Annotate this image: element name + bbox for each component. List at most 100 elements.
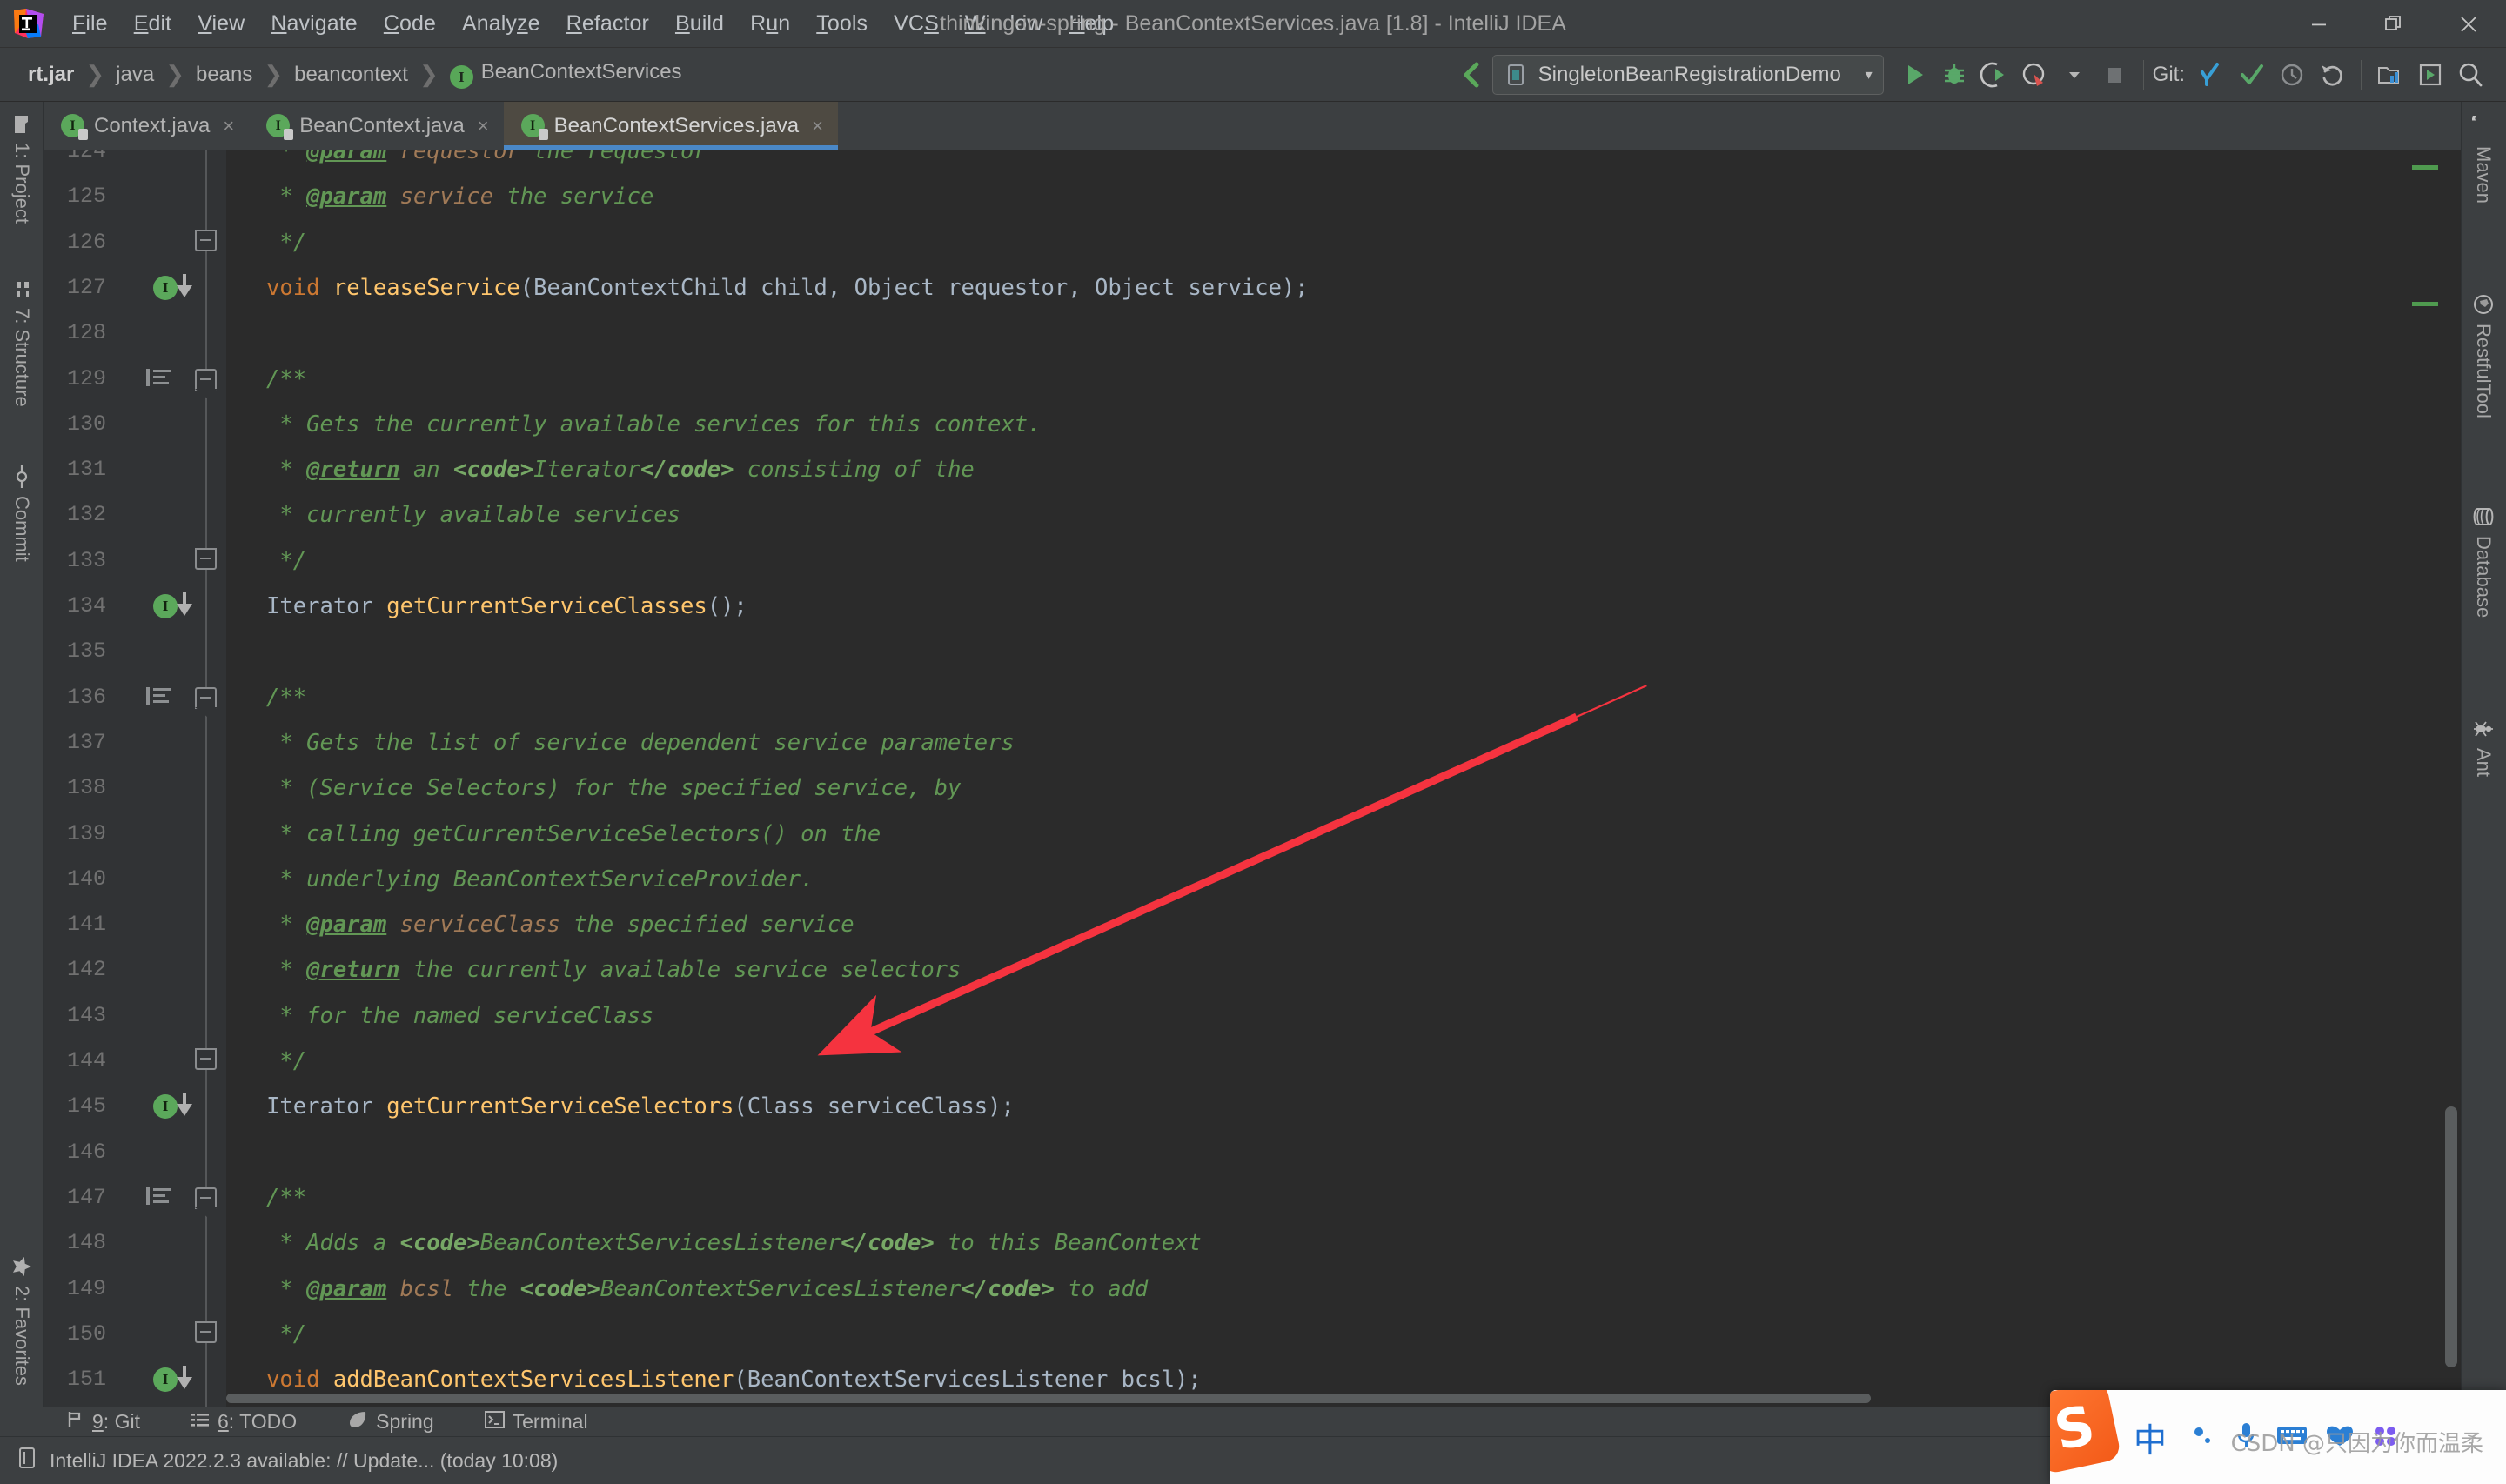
minimize-button[interactable] (2282, 0, 2356, 48)
sidebar-item-project[interactable]: 1: Project (0, 107, 44, 231)
sidebar-item-database[interactable]: Database (2461, 498, 2506, 625)
scrollbar-thumb[interactable] (2445, 1106, 2457, 1367)
implementing-method-icon[interactable]: I (153, 1367, 178, 1393)
code-line[interactable]: * Gets the currently available services … (226, 402, 1041, 447)
code-line[interactable]: * calling getCurrentServiceSelectors() o… (226, 812, 881, 857)
code-line[interactable]: * @param requestor the requestor (226, 150, 707, 174)
javadoc-render-icon[interactable] (146, 1187, 172, 1207)
breadcrumb-item-beancontext[interactable]: beancontext (285, 58, 417, 91)
project-structure-button[interactable] (2370, 55, 2410, 95)
breadcrumb-item-beans[interactable]: beans (187, 58, 261, 91)
git-commit-button[interactable] (2232, 55, 2272, 95)
fold-start-icon[interactable] (195, 368, 218, 398)
breadcrumb-item-java[interactable]: java (107, 58, 163, 91)
ime-dot-icon[interactable] (2189, 1422, 2215, 1453)
tab-beancontextservices-java[interactable]: I BeanContextServices.java × (503, 102, 839, 150)
search-everywhere-button[interactable] (2450, 55, 2490, 95)
fold-end-icon[interactable] (195, 1048, 217, 1070)
error-stripe-marker[interactable] (2412, 302, 2438, 306)
menu-item-code[interactable]: Code (371, 8, 449, 40)
code-line[interactable]: /** (226, 357, 306, 402)
close-button[interactable] (2431, 0, 2506, 48)
code-line[interactable]: /** (226, 675, 306, 720)
sidebar-item-restfultool[interactable]: RestfulTool (2461, 286, 2506, 425)
close-icon[interactable]: × (223, 115, 234, 137)
sidebar-item-ant[interactable]: Ant (2461, 711, 2506, 784)
error-stripe-marker[interactable] (2412, 165, 2438, 170)
fold-start-icon[interactable] (195, 1187, 218, 1217)
menu-item-build[interactable]: Build (662, 8, 737, 40)
tab-beancontext-java[interactable]: I BeanContext.java × (249, 102, 503, 150)
code-line[interactable]: * @param serviceClass the specified serv… (226, 902, 854, 947)
fold-end-icon[interactable] (195, 547, 217, 570)
code-line[interactable]: * @return the currently available servic… (226, 947, 961, 993)
javadoc-render-icon[interactable] (146, 368, 172, 389)
tool-window-spring[interactable]: Spring (336, 1407, 445, 1438)
menu-item-file[interactable]: File (59, 8, 121, 40)
menu-item-tools[interactable]: Tools (803, 8, 881, 40)
code-line[interactable]: * currently available services (226, 492, 680, 538)
chevron-down-icon[interactable] (2054, 55, 2094, 95)
sidebar-item-structure[interactable]: 7: Structure (0, 272, 44, 414)
code-line[interactable]: void releaseService(BeanContextChild chi… (226, 265, 1309, 311)
editor-vertical-scrollbar[interactable] (2442, 150, 2461, 1407)
breadcrumb-item-rtjar[interactable]: rt.jar (19, 58, 83, 91)
fold-end-icon[interactable] (195, 229, 217, 251)
scrollbar-thumb[interactable] (226, 1394, 1871, 1403)
menu-item-run[interactable]: Run (737, 8, 803, 40)
run-configuration-selector[interactable]: SingletonBeanRegistrationDemo ▾ (1491, 55, 1884, 95)
git-update-project-button[interactable] (2192, 55, 2232, 95)
code-line[interactable]: */ (226, 1039, 306, 1084)
implementing-method-icon[interactable]: I (153, 594, 178, 618)
git-rollback-button[interactable] (2312, 55, 2352, 95)
close-icon[interactable]: × (812, 115, 823, 137)
code-line[interactable]: */ (226, 1312, 306, 1357)
menu-item-navigate[interactable]: Navigate (258, 8, 370, 40)
device-manager-button[interactable] (2410, 55, 2450, 95)
build-icon[interactable] (1452, 55, 1492, 95)
implementing-method-icon[interactable]: I (153, 1094, 178, 1120)
profile-button[interactable] (2014, 55, 2054, 95)
code-line[interactable]: * @param bcsl the <code>BeanContextServi… (226, 1267, 1148, 1312)
code-line[interactable]: * Adds a <code>BeanContextServicesListen… (226, 1220, 1201, 1266)
code-line[interactable]: * Gets the list of service dependent ser… (226, 720, 1014, 765)
code-line[interactable]: /** (226, 1175, 306, 1220)
status-message-area[interactable]: IntelliJ IDEA 2022.2.3 available: // Upd… (17, 1447, 558, 1474)
code-editor[interactable]: 124 125 126 127 I 128 129 130 131 132 133 134 I 135 13… (44, 150, 2461, 1407)
tab-context-java[interactable]: I Context.java × (44, 102, 249, 150)
code-line[interactable]: * @return an <code>Iterator</code> consi… (226, 447, 974, 492)
fold-start-icon[interactable] (195, 686, 218, 717)
tool-window-git[interactable]: 9: Git (54, 1407, 151, 1437)
code-line[interactable]: Iterator getCurrentServiceSelectors(Clas… (226, 1084, 1015, 1129)
menu-item-refactor[interactable]: Refactor (553, 8, 662, 40)
code-line[interactable]: * for the named serviceClass (226, 993, 653, 1039)
code-content-area[interactable]: * @param requestor the requestor * @para… (226, 150, 2461, 1407)
code-line[interactable]: Iterator getCurrentServiceClasses(); (226, 584, 747, 629)
run-button[interactable] (1894, 55, 1934, 95)
code-line[interactable]: * @param service the service (226, 174, 653, 219)
menu-item-edit[interactable]: Edit (121, 8, 185, 40)
code-line[interactable]: */ (226, 220, 306, 265)
tool-window-terminal[interactable]: Terminal (473, 1407, 600, 1437)
sidebar-item-maven[interactable]: m Maven (2460, 108, 2506, 211)
close-icon[interactable]: × (478, 115, 489, 137)
sidebar-item-commit[interactable]: Commit (0, 458, 44, 569)
stop-button[interactable] (2094, 55, 2134, 95)
sidebar-item-favorites[interactable]: 2: Favorites (0, 1248, 44, 1393)
code-line[interactable]: * (Service Selectors) for the specified … (226, 765, 961, 811)
menu-item-analyze[interactable]: Analyze (449, 8, 553, 40)
breadcrumb-item-beancontextservices[interactable]: I BeanContextServices (441, 56, 691, 93)
git-history-button[interactable] (2272, 55, 2312, 95)
implementing-method-icon[interactable]: I (153, 275, 178, 300)
tool-window-todo[interactable]: 6: TODO (179, 1407, 308, 1437)
code-line[interactable]: */ (226, 538, 306, 584)
menu-item-view[interactable]: View (184, 8, 258, 40)
fold-end-icon[interactable] (195, 1320, 217, 1343)
ime-mode-label[interactable]: 中 (2134, 1414, 2167, 1461)
editor-gutter[interactable]: 124 125 126 127 I 128 129 130 131 132 133 134 I 135 13… (44, 150, 226, 1407)
javadoc-render-icon[interactable] (146, 686, 172, 707)
maximize-restore-button[interactable] (2356, 0, 2431, 48)
run-with-coverage-button[interactable] (1974, 55, 2014, 95)
debug-button[interactable] (1934, 55, 1974, 95)
code-line[interactable]: * underlying BeanContextServiceProvider. (226, 857, 814, 902)
